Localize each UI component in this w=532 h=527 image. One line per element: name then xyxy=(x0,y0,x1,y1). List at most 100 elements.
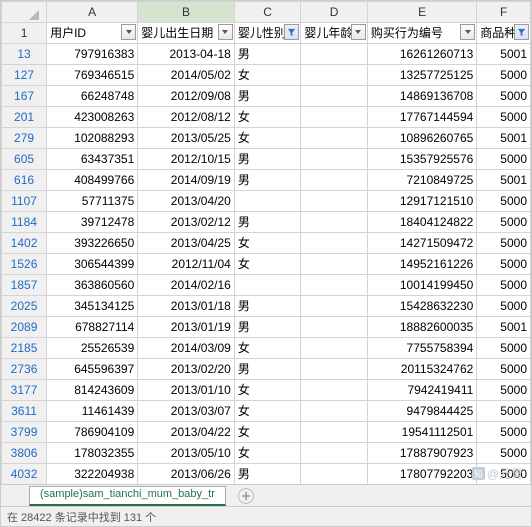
cell[interactable]: 男 xyxy=(234,149,301,170)
cell[interactable]: 15357925576 xyxy=(367,149,476,170)
cell[interactable]: 2013/01/10 xyxy=(138,380,235,401)
cell[interactable]: 2013/05/10 xyxy=(138,443,235,464)
cell[interactable]: 5001 xyxy=(477,317,531,338)
cell[interactable]: 66248748 xyxy=(47,86,138,107)
cell[interactable]: 14869136708 xyxy=(367,86,476,107)
cell[interactable]: 25526539 xyxy=(47,338,138,359)
cell[interactable] xyxy=(301,170,368,191)
filter-button-C[interactable] xyxy=(284,24,299,40)
cell[interactable]: 20115324762 xyxy=(367,359,476,380)
column-header-D[interactable]: D xyxy=(301,2,368,23)
table-row[interactable]: 3611114614392013/03/07女94798444255000 xyxy=(2,401,531,422)
column-header-C[interactable]: C xyxy=(234,2,301,23)
table-row[interactable]: 1用户ID婴儿出生日期婴儿性别婴儿年龄购买行为编号商品种 xyxy=(2,23,531,44)
cell[interactable]: 17887907923 xyxy=(367,443,476,464)
cell[interactable]: 2014/09/19 xyxy=(138,170,235,191)
cell[interactable] xyxy=(301,359,368,380)
cell[interactable]: 女 xyxy=(234,422,301,443)
cell[interactable]: 9479844425 xyxy=(367,401,476,422)
cell[interactable]: 2013/04/20 xyxy=(138,191,235,212)
cell[interactable]: 5000 xyxy=(477,86,531,107)
filter-button-F[interactable] xyxy=(514,24,529,40)
cell[interactable] xyxy=(301,191,368,212)
cell[interactable]: 2013/02/12 xyxy=(138,212,235,233)
row-header[interactable]: 13 xyxy=(2,44,47,65)
cell[interactable]: 5000 xyxy=(477,422,531,443)
cell[interactable]: 645596397 xyxy=(47,359,138,380)
table-row[interactable]: 605634373512012/10/15男153579255765000 xyxy=(2,149,531,170)
cell[interactable] xyxy=(301,254,368,275)
column-header-A[interactable]: A xyxy=(47,2,138,23)
cell[interactable] xyxy=(301,65,368,86)
cell[interactable]: 63437351 xyxy=(47,149,138,170)
cell[interactable]: 男 xyxy=(234,296,301,317)
cell[interactable]: 14952161226 xyxy=(367,254,476,275)
column-header-F[interactable]: F xyxy=(477,2,531,23)
cell[interactable]: 2014/03/09 xyxy=(138,338,235,359)
cell[interactable]: 2012/10/15 xyxy=(138,149,235,170)
cell[interactable]: 男 xyxy=(234,212,301,233)
column-header-E[interactable]: E xyxy=(367,2,476,23)
cell[interactable]: 5000 xyxy=(477,380,531,401)
cell[interactable]: 2012/09/08 xyxy=(138,86,235,107)
table-row[interactable]: 137979163832013-04-18男162612607135001 xyxy=(2,44,531,65)
cell[interactable] xyxy=(301,275,368,296)
row-header[interactable]: 1402 xyxy=(2,233,47,254)
select-all-corner[interactable] xyxy=(2,2,47,23)
cell[interactable] xyxy=(301,212,368,233)
row-header[interactable]: 167 xyxy=(2,86,47,107)
table-row[interactable]: 40323222049382013/06/26男178077922035000 xyxy=(2,464,531,485)
cell[interactable] xyxy=(301,44,368,65)
table-row[interactable]: 31778142436092013/01/10女79424194115000 xyxy=(2,380,531,401)
row-header[interactable]: 1107 xyxy=(2,191,47,212)
table-row[interactable]: 18573638605602014/02/16100141994505000 xyxy=(2,275,531,296)
cell[interactable]: 男 xyxy=(234,44,301,65)
cell[interactable]: 57711375 xyxy=(47,191,138,212)
cell[interactable]: 797916383 xyxy=(47,44,138,65)
row-header[interactable]: 2736 xyxy=(2,359,47,380)
cell[interactable]: 18404124822 xyxy=(367,212,476,233)
cell[interactable]: 10014199450 xyxy=(367,275,476,296)
cell[interactable] xyxy=(301,422,368,443)
cell[interactable]: 女 xyxy=(234,233,301,254)
cell[interactable]: 12917121510 xyxy=(367,191,476,212)
cell[interactable]: 女 xyxy=(234,401,301,422)
cell[interactable]: 2013/01/19 xyxy=(138,317,235,338)
cell[interactable]: 女 xyxy=(234,254,301,275)
row-header[interactable]: 1857 xyxy=(2,275,47,296)
cell[interactable]: 7755758394 xyxy=(367,338,476,359)
cell[interactable]: 423008263 xyxy=(47,107,138,128)
row-header[interactable]: 1 xyxy=(2,23,47,44)
row-header[interactable]: 4032 xyxy=(2,464,47,485)
cell[interactable]: 女 xyxy=(234,107,301,128)
table-row[interactable]: 20896788271142013/01/19男188826000355001 xyxy=(2,317,531,338)
cell[interactable] xyxy=(234,275,301,296)
row-header[interactable]: 2089 xyxy=(2,317,47,338)
cell[interactable]: 5000 xyxy=(477,275,531,296)
cell[interactable]: 男 xyxy=(234,359,301,380)
cell[interactable] xyxy=(301,296,368,317)
cell[interactable]: 男 xyxy=(234,464,301,485)
cell[interactable]: 39712478 xyxy=(47,212,138,233)
cell[interactable]: 5001 xyxy=(477,170,531,191)
row-header[interactable]: 3177 xyxy=(2,380,47,401)
cell[interactable]: 7210849725 xyxy=(367,170,476,191)
cell[interactable]: 5000 xyxy=(477,65,531,86)
cell[interactable]: 769346515 xyxy=(47,65,138,86)
cell[interactable]: 363860560 xyxy=(47,275,138,296)
table-row[interactable]: 1184397124782013/02/12男184041248225000 xyxy=(2,212,531,233)
row-header[interactable]: 2025 xyxy=(2,296,47,317)
cell[interactable]: 322204938 xyxy=(47,464,138,485)
cell[interactable]: 5000 xyxy=(477,359,531,380)
table-row[interactable]: 2185255265392014/03/09女77557583945000 xyxy=(2,338,531,359)
table-row[interactable]: 14023932266502013/04/25女142715094725000 xyxy=(2,233,531,254)
cell[interactable] xyxy=(301,86,368,107)
cell[interactable] xyxy=(301,338,368,359)
cell[interactable]: 女 xyxy=(234,338,301,359)
filter-button-E[interactable] xyxy=(460,24,475,40)
cell[interactable] xyxy=(234,191,301,212)
cell[interactable]: 5001 xyxy=(477,44,531,65)
cell[interactable]: 18882600035 xyxy=(367,317,476,338)
cell[interactable]: 2013/06/26 xyxy=(138,464,235,485)
row-header[interactable]: 1184 xyxy=(2,212,47,233)
